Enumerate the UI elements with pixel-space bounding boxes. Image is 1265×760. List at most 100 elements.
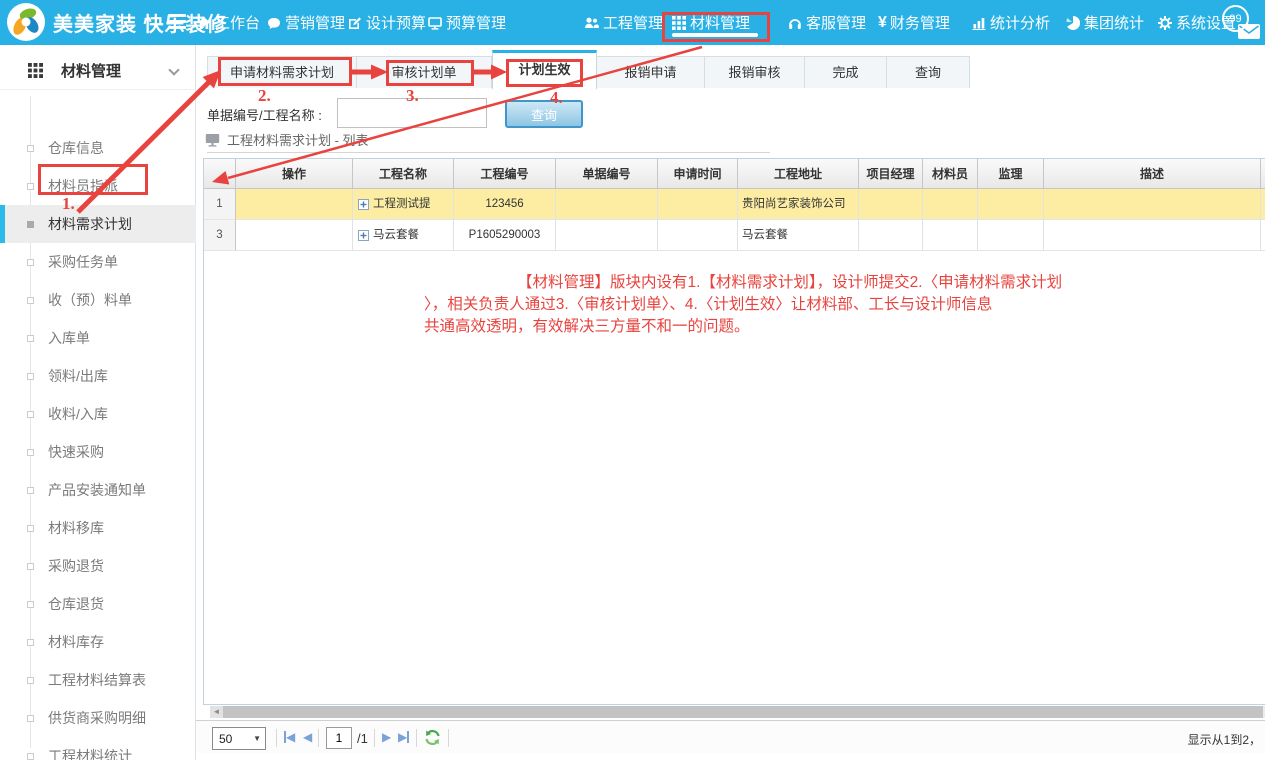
list-divider [207, 152, 770, 153]
sidebar-item-supplier-detail[interactable]: 供货商采购明细 [0, 699, 196, 737]
sidebar-item-install-notice[interactable]: 产品安装通知单 [0, 471, 196, 509]
sidebar-item-warehouse-info[interactable]: 仓库信息 [0, 129, 196, 167]
pagination-status: 显示从1到2， [1188, 731, 1261, 748]
col-project-address[interactable]: 工程地址 [738, 159, 859, 189]
yen-icon: ¥ [878, 14, 887, 32]
nav-item-group-stats[interactable]: 集团统计 [1066, 0, 1144, 45]
col-material-staff[interactable]: 材料员 [923, 159, 978, 189]
nav-item-marketing[interactable]: 营销管理 [267, 0, 345, 45]
tab-apply-material-plan[interactable]: 申请材料需求计划 [207, 56, 357, 88]
first-page-button[interactable]: ◀ [284, 727, 295, 747]
message-count-badge[interactable]: 99 [1222, 5, 1249, 32]
col-supervisor[interactable]: 监理 [978, 159, 1044, 189]
horizontal-scrollbar[interactable]: ◄ [210, 706, 1265, 718]
tab-expense-review[interactable]: 报销审核 [705, 56, 805, 88]
sidebar-item-receive-inbound[interactable]: 收料/入库 [0, 395, 196, 433]
col-project-manager[interactable]: 项目经理 [859, 159, 923, 189]
chat-icon [267, 16, 281, 30]
selected-indicator [0, 205, 5, 243]
monitor-icon [428, 16, 442, 30]
row-number: 1 [204, 189, 236, 220]
table-row[interactable]: 3 马云套餐 P1605290003 马云套餐 [204, 220, 1265, 251]
sidebar-header[interactable]: 材料管理 [0, 52, 196, 90]
nav-item-project[interactable]: 工程管理 [584, 0, 663, 45]
logo-icon [7, 3, 45, 41]
tree-bullet [27, 715, 34, 722]
sidebar-item-project-material-stats[interactable]: 工程材料统计 [0, 737, 196, 760]
sidebar-item-material-demand-plan[interactable]: 材料需求计划 [0, 205, 196, 243]
tree-bullet [27, 601, 34, 608]
col-order-no[interactable]: 单据编号 [556, 159, 658, 189]
sidebar-item-pick-outbound[interactable]: 领料/出库 [0, 357, 196, 395]
app-logo: 美美家装 快乐装修 [7, 3, 228, 41]
page-size-select[interactable]: 50 ▼ [212, 727, 266, 750]
col-description[interactable]: 描述 [1044, 159, 1261, 189]
tab-complete[interactable]: 完成 [805, 56, 887, 88]
edit-icon [348, 16, 362, 30]
sidebar-item-receive-order[interactable]: 收（预）料单 [0, 281, 196, 319]
col-apply-time[interactable]: 申请时间 [658, 159, 738, 189]
col-project-name[interactable]: 工程名称 [353, 159, 454, 189]
tab-query[interactable]: 查询 [887, 56, 970, 88]
tab-review-plan[interactable]: 审核计划单 [357, 56, 492, 88]
sidebar-item-settlement-sheet[interactable]: 工程材料结算表 [0, 661, 196, 699]
sidebar-item-material-staff[interactable]: 材料员指派 [0, 167, 196, 205]
headset-icon [788, 16, 802, 30]
table-header-row: 操作 工程名称 工程编号 单据编号 申请时间 工程地址 项目经理 材料员 监理 … [204, 159, 1265, 189]
sidebar-item-inbound-order[interactable]: 入库单 [0, 319, 196, 357]
tab-plan-effective[interactable]: 计划生效 [492, 50, 597, 89]
sidebar-item-warehouse-return[interactable]: 仓库退货 [0, 585, 196, 623]
total-pages: /1 [357, 731, 368, 746]
pagination-bar: 50 ▼ ◀ ◀ /1 ▶ ▶ 显示从1到2， [196, 720, 1265, 753]
gear-icon [1158, 16, 1172, 30]
monitor-small-icon [205, 133, 220, 147]
tree-bullet [27, 259, 34, 266]
tab-expense-apply[interactable]: 报销申请 [597, 56, 705, 88]
sidebar-item-material-stock[interactable]: 材料库存 [0, 623, 196, 661]
scroll-left-button[interactable]: ◄ [210, 706, 223, 718]
nav-item-statistics[interactable]: 统计分析 [972, 0, 1050, 45]
tree-bullet [27, 563, 34, 570]
nav-item-finance[interactable]: ¥ 财务管理 [878, 0, 950, 45]
step-label-2: 2. [258, 86, 271, 106]
active-nav-underline [672, 33, 758, 37]
next-page-button[interactable]: ▶ [382, 727, 391, 747]
scroll-thumb[interactable] [223, 706, 1263, 718]
sidebar-title: 材料管理 [61, 60, 121, 81]
nav-item-service[interactable]: 客服管理 [788, 0, 866, 45]
expand-icon[interactable] [358, 199, 369, 210]
tree-bullet [27, 183, 34, 190]
col-rownum [204, 159, 236, 189]
grid-icon [672, 16, 686, 30]
bar-chart-icon [972, 16, 986, 30]
chevron-down-icon [168, 64, 179, 75]
nav-item-budget[interactable]: 预算管理 [428, 0, 506, 45]
page-input[interactable] [326, 727, 352, 749]
tree-bullet [27, 525, 34, 532]
sidebar-item-purchase-return[interactable]: 采购退货 [0, 547, 196, 585]
col-operation[interactable]: 操作 [236, 159, 353, 189]
query-button[interactable]: 查询 [505, 100, 583, 128]
search-input[interactable] [337, 98, 487, 128]
sidebar-item-quick-purchase[interactable]: 快速采购 [0, 433, 196, 471]
sidebar-item-material-transfer[interactable]: 材料移库 [0, 509, 196, 547]
project-address: 贵阳尚艺家装饰公司 [738, 189, 859, 220]
top-header: 美美家装 快乐装修 工作台 营销管理 设计预算 预算管理 工程管理 材料管理 客… [0, 0, 1265, 45]
nav-item-material[interactable]: 材料管理 [672, 0, 750, 45]
expand-icon[interactable] [358, 230, 369, 241]
nav-item-workbench[interactable]: 工作台 [197, 0, 260, 45]
nav-item-design-budget[interactable]: 设计预算 [348, 0, 426, 45]
refresh-button[interactable] [424, 729, 441, 751]
hamburger-icon[interactable] [168, 14, 186, 32]
tree-bullet [27, 449, 34, 456]
last-page-button[interactable]: ▶ [398, 727, 409, 747]
prev-page-button[interactable]: ◀ [303, 727, 312, 747]
tree-bullet [27, 677, 34, 684]
tree-bullet [27, 639, 34, 646]
col-project-code[interactable]: 工程编号 [454, 159, 556, 189]
col-extra [1261, 159, 1265, 189]
project-address: 马云套餐 [738, 220, 859, 251]
sidebar-item-purchase-task[interactable]: 采购任务单 [0, 243, 196, 281]
table-row[interactable]: 1 工程测试提 123456 贵阳尚艺家装饰公司 [204, 189, 1265, 220]
home-icon [197, 16, 211, 30]
